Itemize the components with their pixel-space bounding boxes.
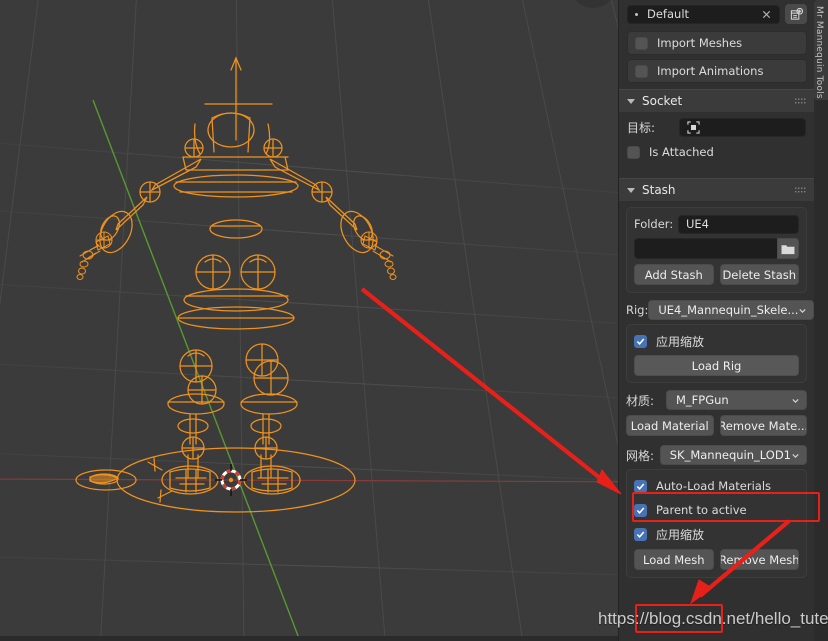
mesh-dropdown[interactable]: SK_Mannequin_LOD1 <box>659 445 807 465</box>
stash-group: Folder: UE4 Add Stash Delete Stash <box>626 207 807 293</box>
panel-content: Default Import Meshes Import Animations … <box>619 0 814 641</box>
watermark-text: https://blog.csdn.net/hello_tute <box>598 609 828 628</box>
rig-dropdown[interactable]: UE4_Mannequin_Skele... <box>648 300 814 320</box>
rig-row: Rig: UE4_Mannequin_Skele... <box>626 300 814 320</box>
rig-group: 应用缩放 Load Rig <box>626 324 807 383</box>
material-buttons: Load Material Remove Mate... <box>626 415 807 436</box>
load-material-button[interactable]: Load Material <box>626 415 714 436</box>
import-animations-toggle[interactable]: Import Animations <box>627 59 807 83</box>
checkbox-checked-icon <box>634 503 647 517</box>
chevron-down-icon <box>627 187 635 193</box>
object-picker-icon <box>687 120 700 134</box>
new-preset-button[interactable] <box>785 4 807 24</box>
chevron-down-icon <box>799 308 807 313</box>
material-row: 材质: M_FPGun <box>626 390 807 410</box>
material-value: M_FPGun <box>676 393 729 407</box>
stash-folder-row: Folder: UE4 <box>634 214 799 234</box>
rig-apply-scale-row[interactable]: 应用缩放 <box>634 330 799 352</box>
checkbox-unchecked-icon <box>635 64 648 78</box>
auto-load-materials-label: Auto-Load Materials <box>656 479 772 493</box>
socket-target-label: 目标: <box>627 120 656 135</box>
mesh-row: 网格: SK_Mannequin_LOD1 <box>626 445 807 465</box>
preset-dot-icon <box>635 12 638 16</box>
mesh-group: Auto-Load Materials Parent to active 应用缩… <box>626 469 807 578</box>
material-label: 材质: <box>626 393 655 408</box>
socket-target-field[interactable] <box>679 117 806 137</box>
tab-label: Mr Mannequin Tools <box>814 6 824 99</box>
mesh-apply-scale-label: 应用缩放 <box>656 527 705 542</box>
properties-panel: Default Import Meshes Import Animations … <box>618 0 828 641</box>
stash-buttons: Add Stash Delete Stash <box>634 264 799 285</box>
tab-mr-mannequin-tools[interactable]: Mr Mannequin Tools <box>814 0 828 100</box>
armature-wireframe <box>75 56 397 513</box>
section-header-stash[interactable]: Stash <box>619 178 814 201</box>
add-stash-button[interactable]: Add Stash <box>634 264 714 285</box>
is-attached-label: Is Attached <box>649 145 714 159</box>
stash-path-field[interactable] <box>634 238 777 259</box>
parent-to-active-label: Parent to active <box>656 503 747 517</box>
checkbox-unchecked-icon <box>635 36 648 50</box>
3d-cursor <box>215 464 247 496</box>
mesh-label: 网格: <box>626 448 655 463</box>
preset-selector[interactable]: Default <box>627 4 780 24</box>
section-header-socket[interactable]: Socket <box>619 89 814 112</box>
load-rig-button[interactable]: Load Rig <box>634 355 799 376</box>
load-mesh-button[interactable]: Load Mesh <box>634 549 714 570</box>
new-preset-icon <box>790 7 803 20</box>
import-meshes-label: Import Meshes <box>657 36 743 50</box>
mesh-apply-scale-row[interactable]: 应用缩放 <box>634 523 799 545</box>
remove-mesh-button[interactable]: Remove Mesh <box>719 549 799 570</box>
chevron-down-icon <box>792 398 799 403</box>
section-title-socket: Socket <box>642 94 683 108</box>
is-attached-row[interactable]: Is Attached <box>627 141 806 163</box>
checkbox-unchecked-icon <box>627 145 640 159</box>
remove-material-button[interactable]: Remove Mate... <box>719 415 807 436</box>
import-meshes-toggle[interactable]: Import Meshes <box>627 31 807 55</box>
material-dropdown[interactable]: M_FPGun <box>666 390 807 410</box>
section-body-stash: Folder: UE4 Add Stash Delete Stash Rig: … <box>619 201 814 587</box>
rig-value: UE4_Mannequin_Skele... <box>658 303 799 317</box>
browse-folder-button[interactable] <box>777 238 799 259</box>
section-body-socket: 目标: Is Attached <box>619 112 814 172</box>
checkbox-checked-icon <box>634 479 647 493</box>
mesh-buttons: Load Mesh Remove Mesh <box>634 549 799 570</box>
close-icon[interactable] <box>761 9 772 20</box>
checkbox-checked-icon <box>634 334 647 348</box>
preset-row: Default <box>619 0 814 27</box>
viewport-bottom-bar <box>0 636 618 641</box>
properties-tab-strip: Mr Mannequin Tools <box>814 0 828 641</box>
mesh-value: SK_Mannequin_LOD1 <box>669 448 791 462</box>
delete-stash-button[interactable]: Delete Stash <box>719 264 799 285</box>
rig-apply-scale-label: 应用缩放 <box>656 334 705 349</box>
grip-dots-icon[interactable] <box>795 187 806 194</box>
checkbox-checked-icon <box>634 527 647 541</box>
socket-target-row: 目标: <box>627 117 806 137</box>
3d-viewport[interactable] <box>0 0 618 641</box>
preset-label: Default <box>647 7 690 21</box>
chevron-down-icon <box>792 453 799 458</box>
folder-icon <box>781 244 795 254</box>
stash-folder-field[interactable]: UE4 <box>678 214 799 234</box>
import-animations-label: Import Animations <box>657 64 764 78</box>
section-title-stash: Stash <box>642 183 676 197</box>
parent-to-active-row[interactable]: Parent to active <box>634 499 799 521</box>
stash-folder-label: Folder: <box>634 217 674 231</box>
stash-path-row <box>634 238 799 259</box>
rig-label: Rig: <box>626 303 649 317</box>
stash-folder-value: UE4 <box>686 217 709 231</box>
auto-load-materials-row[interactable]: Auto-Load Materials <box>634 475 799 497</box>
grip-dots-icon[interactable] <box>795 98 806 105</box>
chevron-down-icon <box>627 98 635 104</box>
